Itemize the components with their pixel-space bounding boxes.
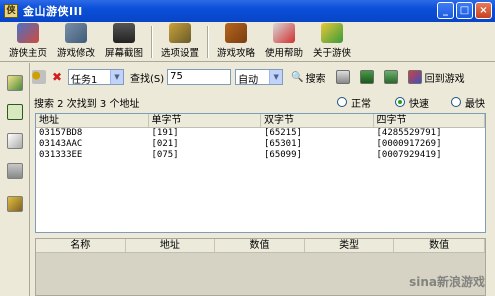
title-bar: 侠 金山游侠III _ □ × (0, 0, 495, 22)
delete-icon[interactable]: ✖ (50, 70, 64, 84)
task-select[interactable]: 任务1 ▼ (68, 69, 124, 86)
find-input[interactable]: 75 (167, 69, 232, 85)
toolbar-separator (151, 26, 153, 58)
table-row[interactable]: 03157BD8 [191] [65215] [4285529791] (36, 128, 485, 139)
search-status-text: 搜索 2 次找到 3 个地址 (34, 98, 140, 110)
column-header[interactable]: 四字节 (374, 114, 485, 127)
table-row[interactable]: 03143AAC [021] [65301] [0000917269] (36, 139, 485, 150)
window-controls: _ □ × (437, 2, 492, 19)
watermark: sina新浪游戏 (409, 275, 485, 289)
column-header[interactable]: 数值 (215, 239, 305, 252)
radio-button (451, 97, 461, 107)
chevron-down-icon: ▼ (269, 70, 283, 84)
search-button[interactable]: 🔍 搜索 (291, 70, 325, 85)
wrench-icon (169, 23, 191, 43)
results-table: 地址 单字节 双字节 四字节 03157BD8 [191] [65215] [4… (35, 113, 486, 233)
options-button[interactable]: 选项设置 (156, 23, 204, 61)
trash-icon[interactable] (335, 70, 350, 84)
about-button[interactable]: 关于游侠 (308, 23, 356, 61)
game-icon (407, 70, 422, 84)
column-header[interactable]: 名称 (36, 239, 126, 252)
status-row: 搜索 2 次找到 3 个地址 正常 快速 最快 (34, 94, 493, 110)
memory-icon[interactable] (7, 104, 23, 120)
find-label: 查找(S) (130, 73, 165, 85)
swords-icon (65, 23, 87, 43)
results-header: 地址 单字节 双字节 四字节 (36, 114, 485, 128)
radio-fastest[interactable]: 最快 (451, 95, 485, 110)
calculator-icon[interactable] (7, 163, 23, 179)
app-icon: 侠 (4, 4, 18, 18)
column-header[interactable]: 地址 (126, 239, 216, 252)
maximize-button[interactable]: □ (456, 2, 473, 19)
help-icon (273, 23, 295, 43)
table-row[interactable]: 031333EE [075] [65099] [0007929419] (36, 150, 485, 161)
type-select[interactable]: 自动 ▼ (235, 69, 284, 86)
chevron-down-icon: ▼ (110, 70, 123, 84)
about-icon (321, 23, 343, 43)
close-button[interactable]: × (475, 2, 492, 19)
game-modify-button[interactable]: 游戏修改 (52, 23, 100, 61)
key-icon[interactable] (32, 70, 46, 84)
radio-button (337, 97, 347, 107)
radio-normal[interactable]: 正常 (337, 95, 371, 110)
home-button[interactable]: 游侠主页 (4, 23, 52, 61)
radio-button-selected (395, 97, 405, 107)
notes-icon[interactable] (7, 133, 23, 149)
saved-header: 名称 地址 数值 类型 数值 (36, 239, 485, 253)
help-button[interactable]: 使用帮助 (260, 23, 308, 61)
edit-icon[interactable] (7, 75, 23, 91)
minimize-button[interactable]: _ (437, 2, 454, 19)
game-guide-button[interactable]: 游戏攻略 (212, 23, 260, 61)
search-icon: 🔍 (291, 71, 304, 83)
book-icon (225, 23, 247, 43)
left-sidebar (0, 63, 30, 296)
radio-fast[interactable]: 快速 (395, 95, 429, 110)
search-row: ✖ 任务1 ▼ 查找(S) 75 自动 ▼ 🔍 搜索 回到游戏 (32, 66, 493, 88)
column-header[interactable]: 数值 (394, 239, 485, 252)
column-header[interactable]: 类型 (305, 239, 395, 252)
main-toolbar: 游侠主页 游戏修改 屏幕截图 选项设置 游戏攻略 使用帮助 关于游侠 (0, 22, 495, 62)
column-header[interactable]: 单字节 (149, 114, 261, 127)
column-header[interactable]: 地址 (36, 114, 149, 127)
back-to-game-button[interactable]: 回到游戏 (407, 70, 465, 85)
sort-icon[interactable] (359, 70, 374, 84)
window-title: 金山游侠III (23, 5, 83, 18)
toolbar-separator (207, 26, 209, 58)
tools-icon[interactable] (7, 196, 23, 212)
export-icon[interactable] (383, 70, 398, 84)
home-icon (17, 23, 39, 43)
screenshot-button[interactable]: 屏幕截图 (100, 23, 148, 61)
column-header[interactable]: 双字节 (261, 114, 374, 127)
camera-icon (113, 23, 135, 43)
